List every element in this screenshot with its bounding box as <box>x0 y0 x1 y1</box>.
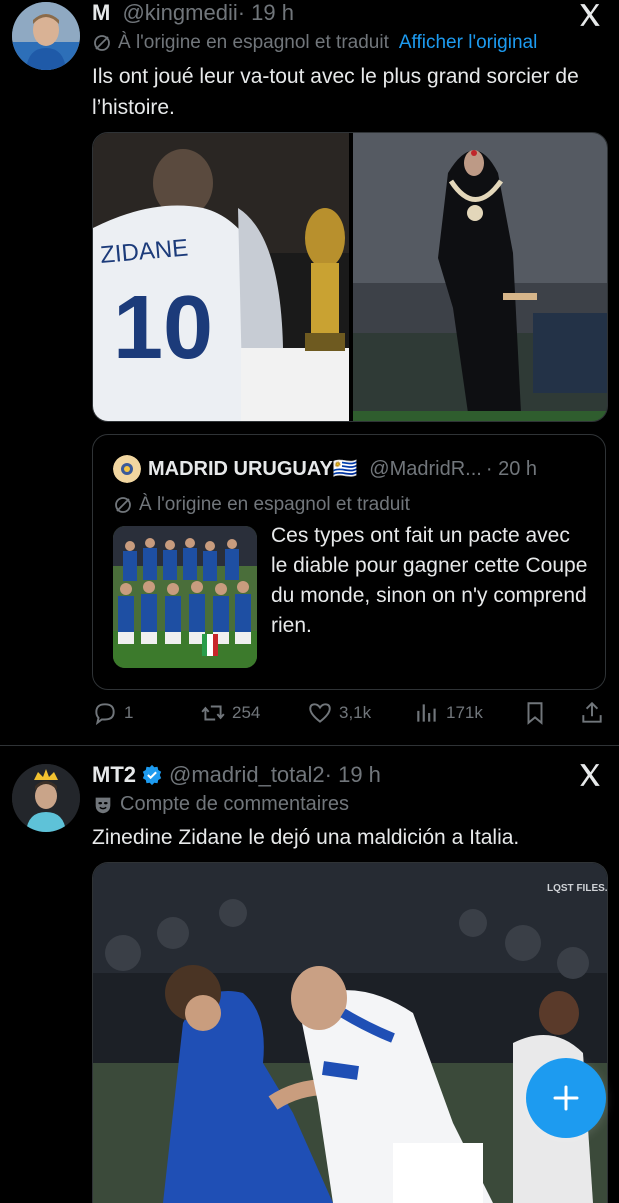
account-label[interactable]: Compte de commentaires <box>120 793 349 816</box>
quote-translation-row: À l'origine en espagnol et traduit <box>113 494 410 516</box>
tweet-header: M @kingmedii· 19 h <box>92 0 294 26</box>
quote-display-name: MADRID URUGUAY🇺🇾 <box>148 458 358 480</box>
display-name[interactable]: M <box>92 0 110 25</box>
share-button[interactable] <box>579 700 605 726</box>
quote-timestamp: · 20 h <box>485 458 538 480</box>
share-icon <box>582 701 602 723</box>
x-logo-icon[interactable] <box>577 2 603 28</box>
quote-thumbnail[interactable] <box>113 526 257 668</box>
jersey-number: 10 <box>113 278 213 378</box>
translate-icon <box>115 497 131 513</box>
media-watermark: LQST FILES. <box>547 883 607 894</box>
tweet-2[interactable]: MT2 @madrid_total2 · 19 h Compte de comme… <box>0 746 619 1203</box>
tweet-actions: 1 254 3,1k 171k <box>92 700 606 730</box>
tweet-text: Zinedine Zidane le dejó una maldición a … <box>92 826 520 849</box>
handle[interactable]: @kingmedii <box>122 0 237 25</box>
show-original-link[interactable]: Afficher l'original <box>399 32 537 54</box>
avatar[interactable] <box>12 764 80 832</box>
reply-icon <box>95 703 115 726</box>
tweet-media[interactable]: ZIDANE 10 <box>92 132 608 422</box>
compose-button[interactable] <box>526 1058 606 1138</box>
translation-row: À l'origine en espagnol et traduit Affic… <box>92 32 537 54</box>
theater-mask-icon <box>95 797 111 813</box>
reply-count: 1 <box>124 703 134 722</box>
avatar[interactable] <box>12 2 80 70</box>
heart-icon <box>309 703 331 723</box>
quote-header: MADRID URUGUAY🇺🇾 @MadridR... · 20 h <box>148 456 537 481</box>
quote-handle: @MadridR... <box>369 458 482 480</box>
quote-avatar <box>113 455 141 483</box>
verified-badge-icon <box>142 764 162 786</box>
media-image: LQST FILES. <box>93 863 607 1203</box>
quote-text: Ces types ont fait un pacte avec le diab… <box>271 524 588 637</box>
repost-count: 254 <box>232 703 261 722</box>
bookmark-icon <box>527 702 543 725</box>
display-name[interactable]: MT2 <box>92 762 136 788</box>
reply-button[interactable]: 1 <box>92 700 133 726</box>
x-logo-icon[interactable] <box>577 762 603 788</box>
quote-tweet[interactable]: MADRID URUGUAY🇺🇾 @MadridR... · 20 h À l'o… <box>92 434 606 690</box>
plus-icon <box>553 1085 579 1111</box>
timestamp[interactable]: · 19 h <box>325 762 381 788</box>
views-button[interactable]: 171k <box>414 700 483 726</box>
tweet-media[interactable]: LQST FILES. <box>92 862 608 1203</box>
repost-button[interactable]: 254 <box>200 700 260 726</box>
translate-icon <box>94 35 110 51</box>
media-images: ZIDANE 10 <box>93 133 607 421</box>
tweet-1[interactable]: M @kingmedii· 19 h À l'origine en espagn… <box>0 0 619 745</box>
like-button[interactable]: 3,1k <box>307 700 371 726</box>
views-count: 171k <box>446 703 483 722</box>
repost-icon <box>201 705 225 721</box>
account-label-row: Compte de commentaires <box>92 793 349 816</box>
timestamp[interactable]: · 19 h <box>238 0 294 25</box>
views-icon <box>417 704 436 722</box>
like-count: 3,1k <box>339 703 372 722</box>
bookmark-button[interactable] <box>522 700 548 726</box>
tweet-header: MT2 @madrid_total2 · 19 h <box>92 762 381 788</box>
translation-note: À l'origine en espagnol et traduit <box>118 32 389 53</box>
handle[interactable]: @madrid_total2 <box>169 762 325 788</box>
tweet-text: Ils ont joué leur va-tout avec le plus g… <box>92 65 579 119</box>
quote-translation-note: À l'origine en espagnol et traduit <box>139 494 410 515</box>
